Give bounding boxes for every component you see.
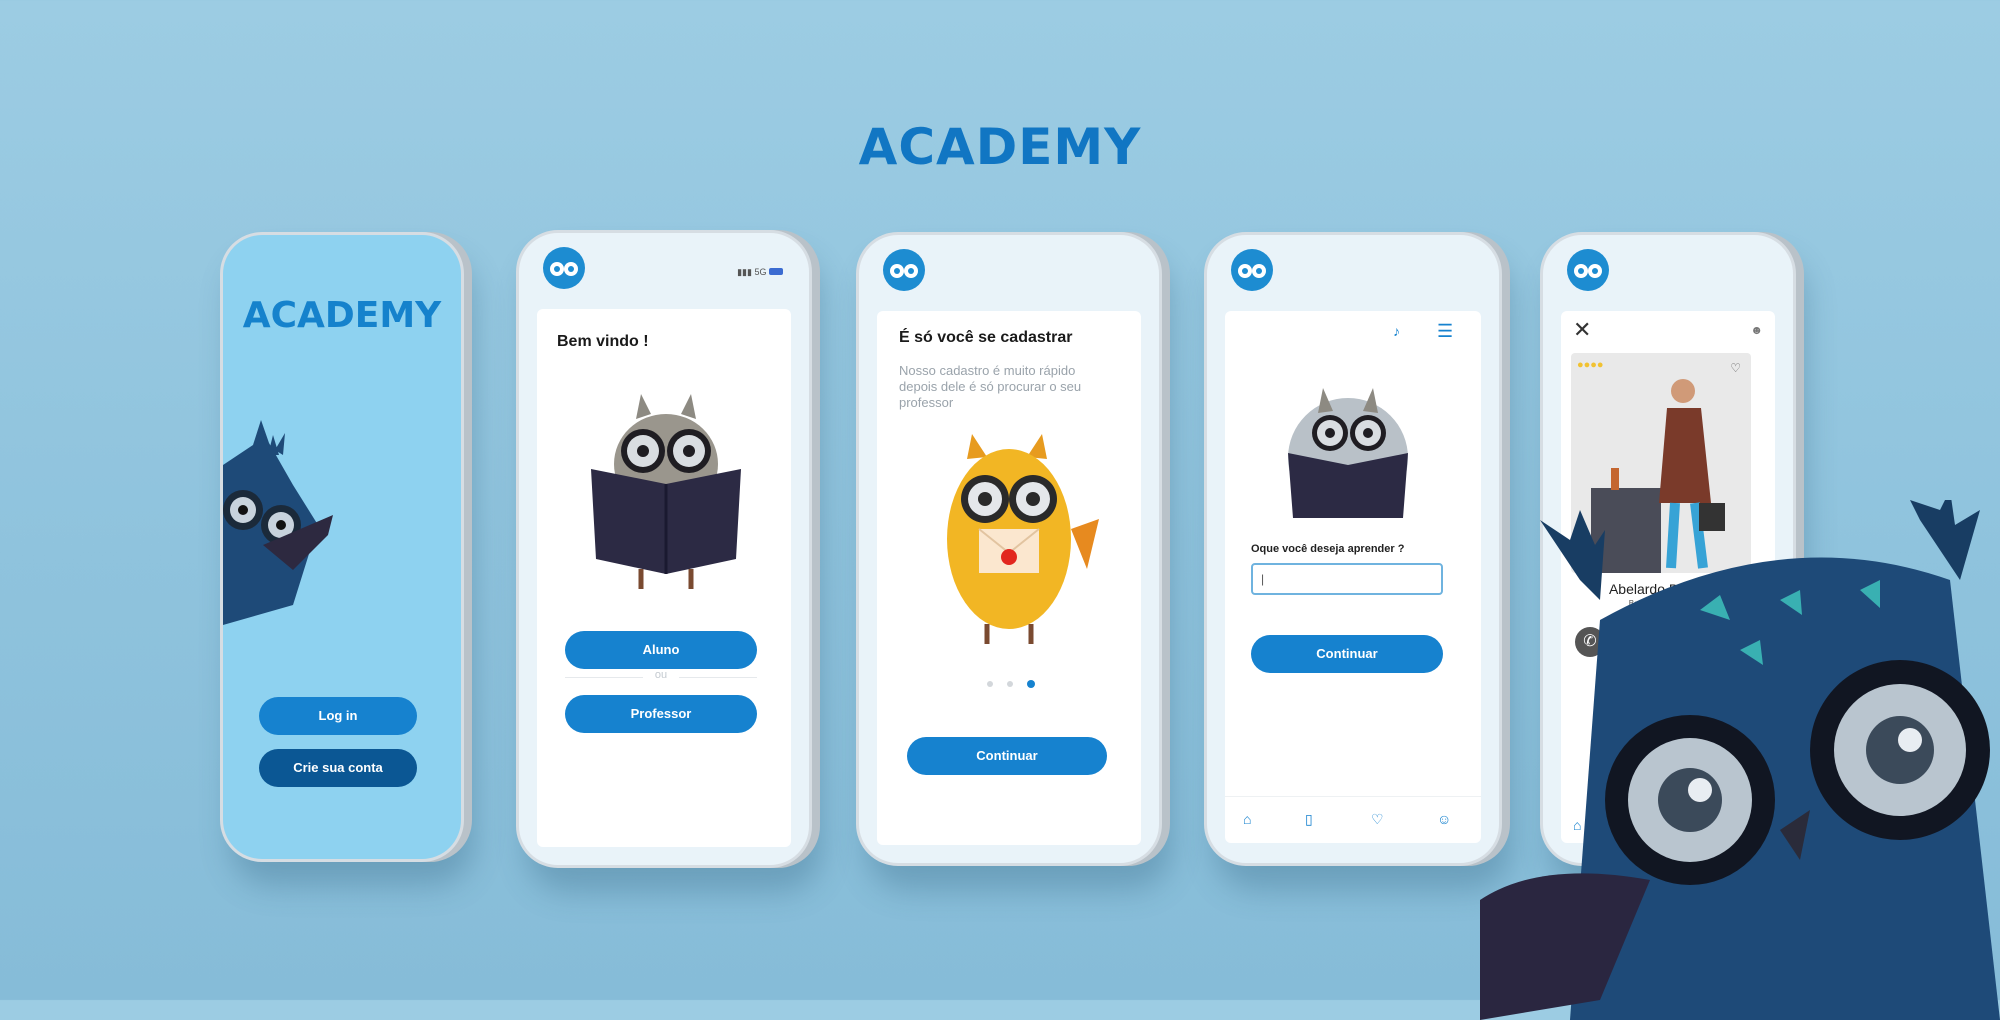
phone-splash: ACADEMY Log in Crie sua conta	[220, 232, 464, 862]
pagination-dots	[977, 679, 1057, 689]
page-dot-1[interactable]	[987, 681, 993, 687]
continue-button[interactable]: Continuar	[907, 737, 1107, 775]
brand-logo: ACADEMY	[858, 118, 1142, 176]
signup-title: É só você se cadastrar	[899, 329, 1073, 346]
student-button[interactable]: Aluno	[565, 631, 757, 669]
phone-welcome: ▮▮▮ 5G Bem vindo ! Aluno ou Professor	[516, 230, 812, 868]
page-dot-2[interactable]	[1007, 681, 1013, 687]
heart-icon[interactable]: ♡	[1371, 811, 1384, 828]
search-question: Oque você deseja aprender ?	[1251, 543, 1405, 555]
peeking-owl-illustration	[223, 420, 333, 625]
reading-owl-illustration	[591, 394, 741, 589]
welcome-screen: Bem vindo ! Aluno ou Professor	[537, 309, 791, 847]
owl-logo-icon	[1231, 249, 1273, 291]
owl-logo-icon	[543, 247, 585, 289]
notification-bell-icon[interactable]: ♪	[1393, 323, 1400, 339]
profile-icon[interactable]: ☺	[1437, 811, 1451, 827]
owl-logo-icon	[883, 249, 925, 291]
continue-button[interactable]: Continuar	[1251, 635, 1443, 673]
book-icon[interactable]: ▯	[1305, 811, 1313, 828]
owl-logo-icon	[1567, 249, 1609, 291]
signal-icon: ▮▮▮	[737, 267, 752, 277]
menu-icon[interactable]: ☰	[1437, 321, 1453, 342]
search-screen: ♪ ☰ Oque você deseja aprender ? | Contin…	[1225, 311, 1481, 843]
splash-logo: ACADEMY	[242, 295, 442, 336]
network-label: 5G	[754, 267, 767, 277]
home-icon[interactable]: ⌂	[1243, 811, 1251, 827]
battery-icon	[769, 268, 783, 275]
page-dot-3-active[interactable]	[1027, 680, 1035, 688]
phone-search: ♪ ☰ Oque você deseja aprender ? | Contin…	[1204, 232, 1502, 866]
or-label: ou	[643, 669, 679, 681]
signup-screen: É só você se cadastrar Nosso cadastro é …	[877, 311, 1141, 845]
reading-owl-avatar	[1288, 388, 1408, 518]
owl-badge-icon: ☻	[1750, 323, 1763, 337]
close-icon[interactable]: ✕	[1573, 317, 1591, 343]
create-account-button[interactable]: Crie sua conta	[259, 749, 417, 787]
login-button[interactable]: Log in	[259, 697, 417, 735]
signup-description: Nosso cadastro é muito rápido depois del…	[899, 363, 1082, 410]
search-input[interactable]: |	[1251, 563, 1443, 595]
phone-signup: É só você se cadastrar Nosso cadastro é …	[856, 232, 1162, 866]
teacher-button[interactable]: Professor	[565, 695, 757, 733]
bottom-nav: ⌂ ▯ ♡ ☺	[1225, 796, 1481, 843]
mascot-owl-illustration	[1480, 500, 2000, 1020]
mail-owl-illustration	[947, 434, 1099, 644]
status-bar: ▮▮▮ 5G	[737, 267, 783, 278]
welcome-title: Bem vindo !	[557, 333, 649, 350]
